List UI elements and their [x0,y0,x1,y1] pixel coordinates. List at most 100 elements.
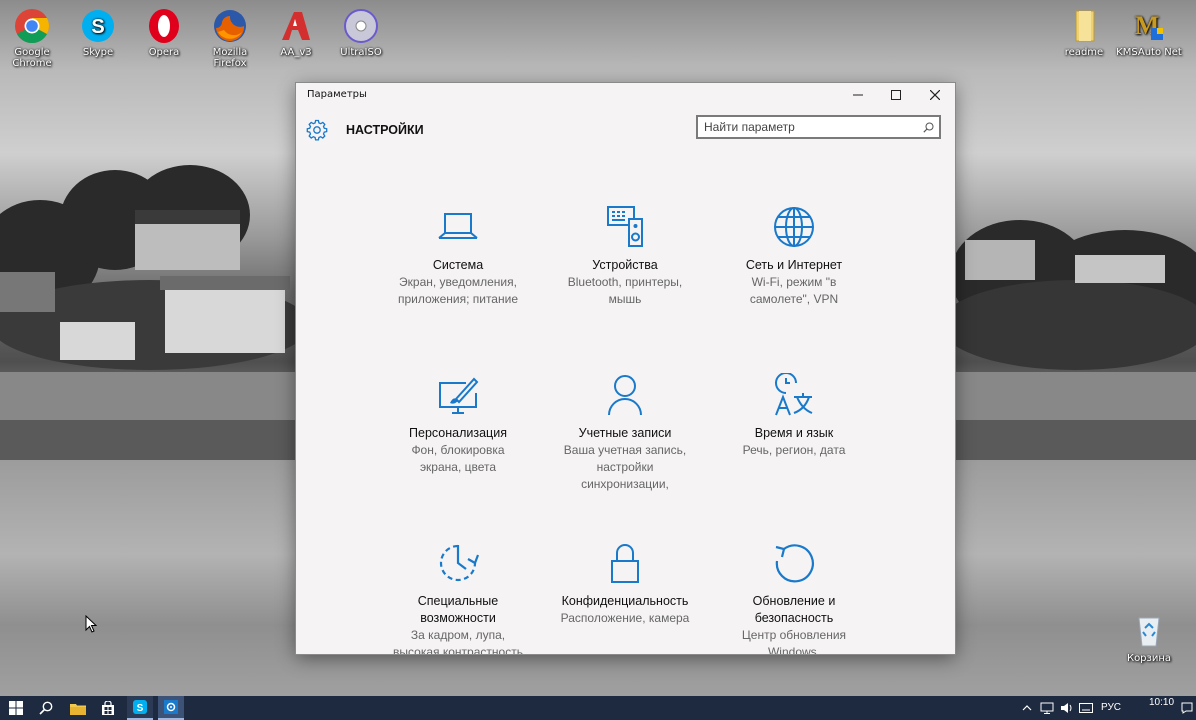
category-description: Wi-Fi, режим "в самолете", VPN [709,274,879,308]
clock[interactable]: 10:10 [1149,691,1174,715]
folder-icon [1075,10,1095,42]
taskbar: S РУС 10:10 [0,696,1196,720]
desktop-icon-label: KMSAuto Net [1116,47,1182,58]
search-input[interactable] [704,119,914,135]
background-house [1075,255,1165,283]
store-button[interactable] [96,696,120,720]
skype-icon: S [82,10,114,42]
search-box[interactable] [696,115,941,139]
file-explorer-button[interactable] [66,696,90,720]
input-language-indicator[interactable]: РУС [1101,696,1121,720]
gear-icon [164,700,178,714]
desktop-icon-chrome[interactable]: Google Chrome [0,8,67,69]
desktop-icon-recycle-bin[interactable]: Корзина [1114,612,1184,664]
maximize-button[interactable] [877,83,915,107]
background-house [135,222,240,270]
category-title: Конфиденциальность [561,594,689,608]
desktop-icon-label: Mozilla Firefox [212,47,248,69]
network-status-icon-button[interactable] [1038,696,1056,720]
category-accessibility[interactable]: Специальные возможности За кадром, лупа,… [373,541,543,654]
category-title: Учетные записи [578,426,672,440]
network-icon [1040,702,1054,714]
category-description-line: Расположение, камера [560,611,690,625]
windows-logo-icon [9,701,23,715]
recycle-bin-icon [1138,617,1160,647]
category-network[interactable]: Сеть и Интернет Wi-Fi, режим "в самолете… [709,205,879,308]
close-button[interactable] [916,83,954,107]
kmsauto-icon: M [1135,11,1163,40]
background-house [60,322,135,360]
minimize-icon [853,94,863,96]
category-title: Время и язык [754,426,834,440]
search-taskbar-button[interactable] [34,696,58,720]
window-title: Параметры [307,89,367,100]
category-title-line: Обновление и [752,594,836,608]
notifications-icon [1181,702,1193,714]
devices-icon [607,206,643,247]
search-icon[interactable] [923,122,934,133]
desktop-icon-label: Skype [82,47,114,58]
category-title-line: безопасность [754,611,834,625]
background-house [165,288,285,353]
category-title-line: возможности [420,611,496,625]
store-icon [102,701,114,715]
update-icon [775,544,814,583]
category-title: Персонализация [409,426,507,440]
background-roof [135,210,240,224]
desktop-icon-readme[interactable]: readme [1049,8,1119,58]
desktop-icon-label: AA_v3 [280,47,312,58]
ultraiso-icon [344,9,378,43]
category-description: За кадром, лупа, высокая контрастность [373,627,543,654]
category-description-line: Bluetooth, принтеры, [567,275,683,289]
desktop-icon-ultraiso[interactable]: UltraISO [326,8,396,58]
personalization-icon [439,377,479,414]
show-hidden-icons-button[interactable] [1020,696,1034,720]
category-time-language[interactable]: Время и язык Речь, регион, дата [709,373,879,459]
category-description-line: Windows, [767,645,820,654]
desktop-icon-label: readme [1064,47,1104,58]
svg-text:S: S [91,16,104,38]
category-title-line: Специальные [417,594,499,608]
desktop-icon-aa[interactable]: AA_v3 [261,8,331,58]
search-icon [39,701,53,715]
page-title: НАСТРОЙКИ [346,123,424,137]
svg-text:S: S [137,703,144,714]
category-privacy[interactable]: Конфиденциальность Расположение, камера [540,541,710,627]
desktop-icon-label: Opera [148,47,180,58]
category-description: Речь, регион, дата [709,442,879,459]
desktop-icon-opera[interactable]: Opera [129,8,199,58]
desktop-icon-firefox[interactable]: Mozilla Firefox [195,8,265,69]
category-description-line: Речь, регион, дата [742,443,846,457]
volume-button[interactable] [1058,696,1076,720]
category-description-line: мышь [608,292,642,306]
category-devices[interactable]: Устройства Bluetooth, принтеры, мышь [540,205,710,308]
category-title: Сеть и Интернет [745,258,843,272]
desktop-icon-skype[interactable]: S Skype [63,8,133,58]
chevron-up-icon [1022,705,1032,711]
start-button[interactable] [4,696,28,720]
category-description-line: приложения; питание [398,292,518,306]
category-description: Фон, блокировка экрана, цвета [373,442,543,476]
background-tree [940,280,1196,370]
keyboard-button[interactable] [1077,696,1095,720]
background-roof [160,276,290,290]
accessibility-icon [439,544,480,582]
category-description-line: Wi-Fi, режим "в [751,275,837,289]
desktop-icon-kmsauto[interactable]: M KMSAuto Net [1114,8,1184,58]
category-system[interactable]: Система Экран, уведомления, приложения; … [373,205,543,308]
notifications-button[interactable] [1180,696,1194,720]
gear-icon [306,119,328,141]
skype-icon: S [133,700,147,714]
category-accounts[interactable]: Учетные записи Ваша учетная запись, наст… [540,373,710,493]
skype-taskbar-button[interactable]: S [127,696,153,720]
title-bar[interactable]: Параметры [296,83,955,107]
lock-icon [611,544,639,583]
category-description: Ваша учетная запись, настройки синхрониз… [540,442,710,493]
category-update-security[interactable]: Обновление и безопасность Центр обновлен… [709,541,879,654]
category-description-line: Фон, блокировка [411,443,505,457]
category-description-line: Экран, уведомления, [399,275,517,289]
settings-taskbar-button[interactable] [158,696,184,720]
category-title: Специальные возможности [373,593,543,627]
category-personalization[interactable]: Персонализация Фон, блокировка экрана, ц… [373,373,543,476]
minimize-button[interactable] [839,83,877,107]
